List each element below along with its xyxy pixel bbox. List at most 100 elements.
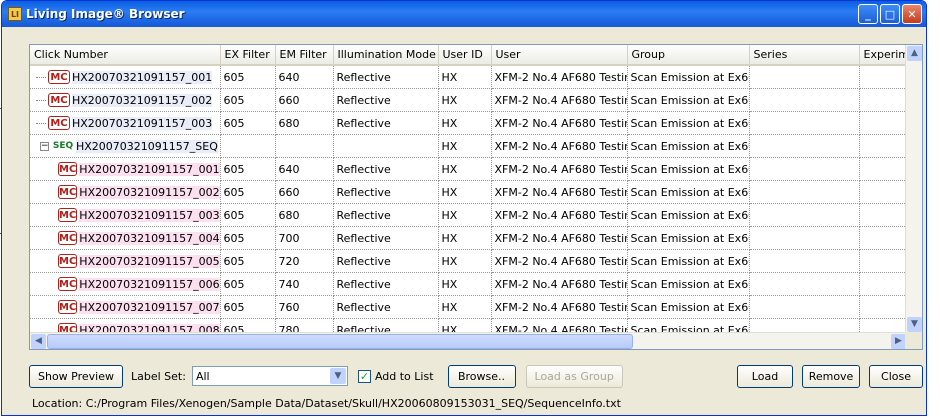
image-file-icon: MC	[58, 231, 78, 245]
vertical-scrollbar[interactable]: ▲ ▼	[905, 45, 922, 333]
scroll-left-icon[interactable]: ◀	[31, 334, 46, 349]
click-number-cell[interactable]: MC HX20070321091157_003	[30, 111, 221, 135]
close-icon[interactable]: ✕	[902, 4, 922, 24]
column-header[interactable]: User ID	[438, 45, 492, 66]
table-row[interactable]: MC HX20070321091157_007 605 760 Reflective HX…	[30, 295, 922, 319]
cell-user: XFM-2 No.4 AF680 Testing	[491, 134, 628, 158]
sequence-icon: SEQ	[52, 141, 74, 151]
tree-node: MC HX20070321091157_003	[30, 204, 219, 226]
cell-series	[749, 111, 860, 135]
click-number: HX20070321091157_001	[72, 70, 213, 84]
column-header[interactable]: User	[491, 45, 628, 66]
add-to-list-checkbox[interactable]: ✓	[357, 369, 371, 383]
cell-mode: Reflective	[333, 295, 439, 319]
cell-group: Scan Emission at Ex605	[627, 65, 750, 89]
tree-node: MC HX20070321091157_003	[30, 112, 219, 134]
table-row[interactable]: MC HX20070321091157_002 605 660 Reflective HX…	[30, 88, 922, 112]
browse-button[interactable]: Browse..	[447, 364, 516, 388]
click-number: HX20070321091157_002	[72, 93, 213, 107]
cell-ex: 605	[220, 272, 276, 296]
click-number-cell[interactable]: MC HX20070321091157_003	[30, 203, 221, 227]
minimize-icon[interactable]: _	[858, 4, 878, 24]
click-number-cell[interactable]: MC HX20070321091157_002	[30, 88, 221, 112]
table-row[interactable]: MC HX20070321091157_003 605 680 Reflective HX…	[30, 111, 922, 135]
column-header[interactable]: Group	[627, 45, 750, 66]
tree-node: MC HX20070321091157_001	[30, 66, 219, 88]
cell-em: 680	[275, 111, 334, 135]
column-header[interactable]: Click Number	[30, 45, 221, 66]
chevron-down-icon[interactable]: ▼	[329, 368, 346, 384]
click-number-cell[interactable]: MC HX20070321091157_005	[30, 249, 221, 273]
click-number-cell[interactable]: MC HX20070321091157_001	[30, 65, 221, 89]
table-row[interactable]: MC HX20070321091157_003 605 680 Reflective HX…	[30, 203, 922, 227]
cell-series	[749, 295, 860, 319]
tree-node: MC HX20070321091157_005	[30, 250, 219, 272]
cell-ex: 605	[220, 203, 276, 227]
close-button[interactable]: Close	[869, 364, 923, 388]
table-row[interactable]: MC HX20070321091157_002 605 660 Reflective HX…	[30, 180, 922, 204]
scroll-corner	[905, 332, 922, 349]
cell-em: 660	[275, 180, 334, 204]
tree-node: MC HX20070321091157_004	[30, 227, 220, 249]
show-preview-button[interactable]: Show Preview	[29, 364, 123, 388]
table-row[interactable]: MC HX20070321091157_001 605 640 Reflective HX…	[30, 65, 922, 89]
image-file-icon: MC	[48, 116, 70, 130]
horizontal-scrollbar[interactable]: ◀ ▶	[30, 332, 907, 349]
scroll-down-icon[interactable]: ▼	[907, 317, 922, 332]
cell-user: XFM-2 No.4 AF680 Testing	[491, 249, 628, 273]
scroll-up-icon[interactable]: ▲	[907, 46, 922, 61]
cell-user: XFM-2 No.4 AF680 Testing	[491, 295, 628, 319]
cell-uid: HX	[438, 203, 492, 227]
column-header[interactable]: EX Filter	[220, 45, 276, 66]
column-header[interactable]: Illumination Mode	[333, 45, 439, 66]
table-row[interactable]: MC HX20070321091157_001 605 640 Reflective HX…	[30, 157, 922, 181]
cell-em: 740	[275, 272, 334, 296]
cell-series	[749, 180, 860, 204]
click-number-cell[interactable]: MC HX20070321091157_007	[30, 295, 221, 319]
click-number: HX20070321091157_004	[79, 231, 220, 245]
cell-group: Scan Emission at Ex605	[627, 111, 750, 135]
cell-em: 720	[275, 249, 334, 273]
maximize-icon[interactable]: □	[880, 4, 900, 24]
table-row[interactable]: MC HX20070321091157_006 605 740 Reflective HX…	[30, 272, 922, 296]
cell-uid: HX	[438, 111, 492, 135]
column-header[interactable]: Series	[749, 45, 860, 66]
cell-user: XFM-2 No.4 AF680 Testing	[491, 203, 628, 227]
cell-ex: 605	[220, 226, 276, 250]
click-number-cell[interactable]: MC HX20070321091157_006	[30, 272, 221, 296]
label-set-label: Label Set:	[131, 369, 186, 383]
column-header[interactable]: EM Filter	[275, 45, 334, 66]
collapse-icon[interactable]: −	[40, 141, 49, 151]
tree-node: MC HX20070321091157_001	[30, 158, 219, 180]
tree-node: MC HX20070321091157_006	[30, 273, 219, 295]
scroll-right-icon[interactable]: ▶	[891, 334, 906, 349]
cell-group: Scan Emission at Ex605	[627, 88, 750, 112]
image-file-icon: MC	[58, 277, 78, 291]
label-set-select[interactable]: All ▼	[191, 366, 348, 386]
click-number-cell[interactable]: MC HX20070321091157_002	[30, 180, 221, 204]
cell-series	[749, 226, 860, 250]
cell-mode: Reflective	[333, 203, 439, 227]
click-number-cell[interactable]: MC HX20070321091157_004	[30, 226, 221, 250]
cell-ex	[220, 134, 276, 158]
remove-button[interactable]: Remove	[802, 364, 860, 388]
horizontal-scroll-thumb[interactable]	[47, 334, 633, 349]
click-number-cell[interactable]: MC HX20070321091157_001	[30, 157, 221, 181]
table-row[interactable]: − SEQ HX20070321091157_SEQ HX XFM-2 No.4 AF6…	[30, 134, 922, 158]
cell-mode: Reflective	[333, 65, 439, 89]
cell-series	[749, 272, 860, 296]
tree-node: MC HX20070321091157_007	[30, 296, 219, 318]
click-number: HX20070321091157_002	[79, 185, 220, 199]
cell-mode: Reflective	[333, 249, 439, 273]
table-row[interactable]: MC HX20070321091157_004 605 700 Reflective HX…	[30, 226, 922, 250]
cell-series	[749, 203, 860, 227]
cell-uid: HX	[438, 88, 492, 112]
cell-em: 760	[275, 295, 334, 319]
cell-user: XFM-2 No.4 AF680 Testing	[491, 226, 628, 250]
table-row[interactable]: MC HX20070321091157_005 605 720 Reflective HX…	[30, 249, 922, 273]
load-as-group-button[interactable]: Load as Group	[525, 364, 623, 388]
title-bar[interactable]: LI Living Image® Browser _ □ ✕	[2, 1, 926, 27]
location-status: Location: C:/Program Files/Xenogen/Sampl…	[32, 397, 621, 410]
click-number-cell[interactable]: − SEQ HX20070321091157_SEQ	[30, 134, 221, 158]
load-button[interactable]: Load	[737, 364, 793, 388]
